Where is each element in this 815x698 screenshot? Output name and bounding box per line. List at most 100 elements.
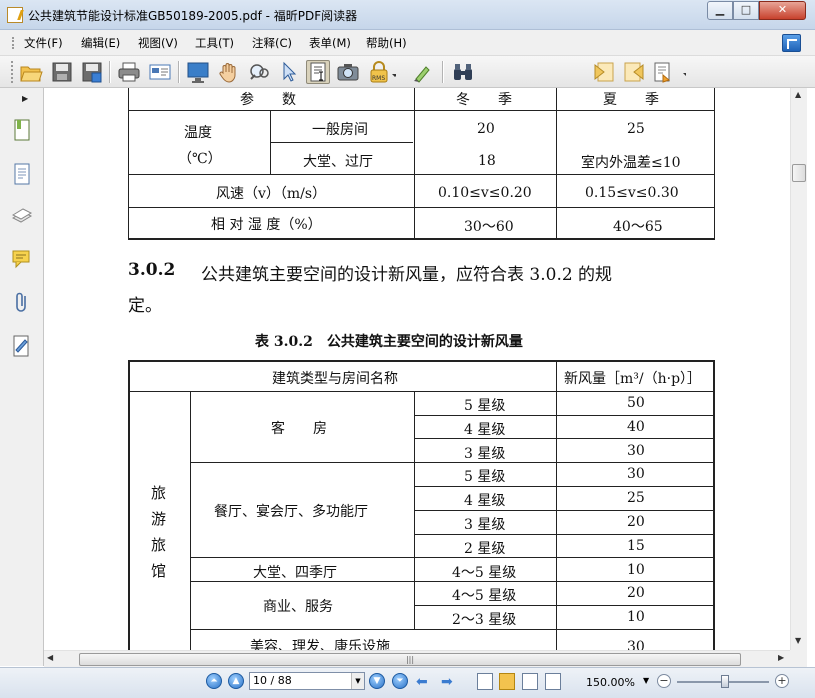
- pages-icon[interactable]: [11, 162, 33, 186]
- select-arrow-icon[interactable]: [276, 60, 300, 84]
- table-rule: [270, 110, 271, 174]
- table2-level: 3 星级: [464, 446, 506, 462]
- table2-value: 50: [627, 395, 645, 411]
- table2-header-type: 建筑类型与房间名称: [272, 371, 398, 387]
- search-next-icon[interactable]: [622, 60, 646, 84]
- open-folder-icon[interactable]: [19, 60, 43, 84]
- last-page-icon[interactable]: ⏷: [392, 673, 408, 689]
- menubar-grip[interactable]: [12, 37, 15, 49]
- horizontal-scrollbar[interactable]: ◀ ||| ▶: [44, 650, 790, 667]
- go-back-icon[interactable]: ⬅: [416, 674, 428, 690]
- table2-level: 4～5 星级: [452, 588, 517, 604]
- page-number-value: 10 / 88: [253, 674, 292, 687]
- first-page-icon[interactable]: ⏶: [206, 673, 222, 689]
- single-page-view-icon[interactable]: [477, 673, 493, 690]
- menu-form[interactable]: 表单(M): [309, 35, 351, 51]
- email-icon[interactable]: [148, 60, 172, 84]
- table-rule: [556, 88, 557, 239]
- continuous-view-icon[interactable]: [499, 673, 515, 690]
- panel-expand-icon[interactable]: ▶: [22, 94, 28, 103]
- zoom-dropdown-icon[interactable]: ▼: [643, 676, 649, 685]
- next-page-icon[interactable]: ▼: [369, 673, 385, 689]
- table1-row-winter: 18: [478, 153, 496, 169]
- previous-page-icon[interactable]: ▲: [228, 673, 244, 689]
- go-forward-icon[interactable]: ➡: [441, 674, 453, 690]
- continuous-facing-view-icon[interactable]: [545, 673, 561, 690]
- print-icon[interactable]: [117, 60, 141, 84]
- search-prev-icon[interactable]: [592, 60, 616, 84]
- menu-bar: 文件(F) 编辑(E) 视图(V) 工具(T) 注释(C) 表单(M) 帮助(H…: [0, 30, 815, 56]
- menu-file[interactable]: 文件(F): [24, 35, 63, 51]
- menu-help[interactable]: 帮助(H): [366, 35, 407, 51]
- scroll-up-icon[interactable]: ▲: [795, 90, 801, 99]
- zoom-out-button[interactable]: −: [657, 674, 671, 688]
- menu-view[interactable]: 视图(V): [138, 35, 178, 51]
- search-options-icon[interactable]: [652, 60, 689, 84]
- table2-value: 15: [627, 538, 645, 554]
- bookmarks-icon[interactable]: [11, 118, 33, 142]
- table1-row-name: 一般房间: [312, 122, 368, 138]
- toolbar-grip[interactable]: [11, 61, 13, 83]
- find-binoculars-icon[interactable]: [451, 60, 475, 84]
- table2-level: 4 星级: [464, 493, 506, 509]
- save-icon[interactable]: [50, 60, 74, 84]
- close-button[interactable]: ✕: [759, 1, 806, 20]
- table-rule: [128, 88, 129, 239]
- vertical-scrollbar[interactable]: ▲ ▼: [790, 88, 807, 650]
- table2-level: 4～5 星级: [452, 565, 517, 581]
- zoom-slider-knob[interactable]: [721, 675, 729, 688]
- table2-level: 4 星级: [464, 422, 506, 438]
- toolbar-separator: [442, 61, 444, 83]
- hand-tool-icon[interactable]: [217, 60, 241, 84]
- scroll-left-icon[interactable]: ◀: [47, 653, 53, 662]
- text-select-icon[interactable]: [306, 60, 330, 84]
- table-rule: [714, 88, 715, 239]
- scroll-right-icon[interactable]: ▶: [778, 653, 784, 662]
- menu-comment[interactable]: 注释(C): [252, 35, 292, 51]
- minimize-button[interactable]: ▁: [707, 1, 733, 20]
- fullscreen-monitor-icon[interactable]: [186, 60, 210, 84]
- table2-value: 30: [627, 639, 645, 650]
- section-text-line1: 公共建筑主要空间的设计新风量，应符合表 3.0.2 的规: [201, 265, 613, 285]
- scroll-down-icon[interactable]: ▼: [795, 636, 801, 645]
- zoom-level[interactable]: 150.00%: [586, 676, 635, 689]
- annotation-tool-icon[interactable]: [411, 60, 435, 84]
- maximize-button[interactable]: □: [733, 1, 759, 20]
- table2-room: 大堂、四季厅: [253, 565, 337, 581]
- table-rule: [414, 534, 714, 535]
- table-rule: [190, 391, 191, 650]
- table2-value: 20: [627, 585, 645, 601]
- attachments-icon[interactable]: [11, 290, 33, 314]
- page-number-input[interactable]: 10 / 88 ▼: [249, 672, 365, 690]
- zoom-in-button[interactable]: +: [775, 674, 789, 688]
- rms-lock-icon[interactable]: RMS: [366, 60, 398, 84]
- comments-icon[interactable]: [11, 248, 33, 272]
- vertical-scroll-thumb[interactable]: [792, 164, 806, 182]
- zoom-tool-icon[interactable]: [247, 60, 271, 84]
- table1-wind-winter: 0.10≤v≤0.20: [438, 185, 532, 201]
- table2-level: 2 星级: [464, 541, 506, 557]
- layers-icon[interactable]: [11, 204, 33, 228]
- table2-level: 3 星级: [464, 517, 506, 533]
- menu-tools[interactable]: 工具(T): [195, 35, 234, 51]
- status-bar: ⏶ ▲ 10 / 88 ▼ ▼ ⏷ ⬅ ➡ 150.00% ▼ − +: [0, 667, 815, 698]
- table-rule: [414, 88, 415, 239]
- table2-room: 商业、服务: [263, 599, 333, 615]
- table-rule: [128, 238, 715, 240]
- table-rule: [556, 360, 557, 650]
- menu-edit[interactable]: 编辑(E): [81, 35, 120, 51]
- table-rule: [414, 510, 714, 511]
- snapshot-icon[interactable]: [336, 60, 360, 84]
- toolbar: RMS: [0, 56, 815, 136]
- page-dropdown-icon[interactable]: ▼: [351, 673, 364, 689]
- signatures-icon[interactable]: [11, 334, 33, 358]
- facing-view-icon[interactable]: [522, 673, 538, 690]
- table2-level: 2～3 星级: [452, 612, 517, 628]
- horizontal-scroll-thumb[interactable]: |||: [79, 653, 741, 666]
- document-viewer[interactable]: 参 数 冬 季 夏 季 温度 （℃） 一般房间 20 25 大堂、过厅 18 室…: [44, 88, 790, 650]
- table-rule: [128, 110, 715, 111]
- table-rule: [414, 391, 415, 629]
- full-screen-icon[interactable]: [782, 34, 801, 52]
- save-as-icon[interactable]: [80, 60, 104, 84]
- zoom-slider[interactable]: [677, 675, 769, 688]
